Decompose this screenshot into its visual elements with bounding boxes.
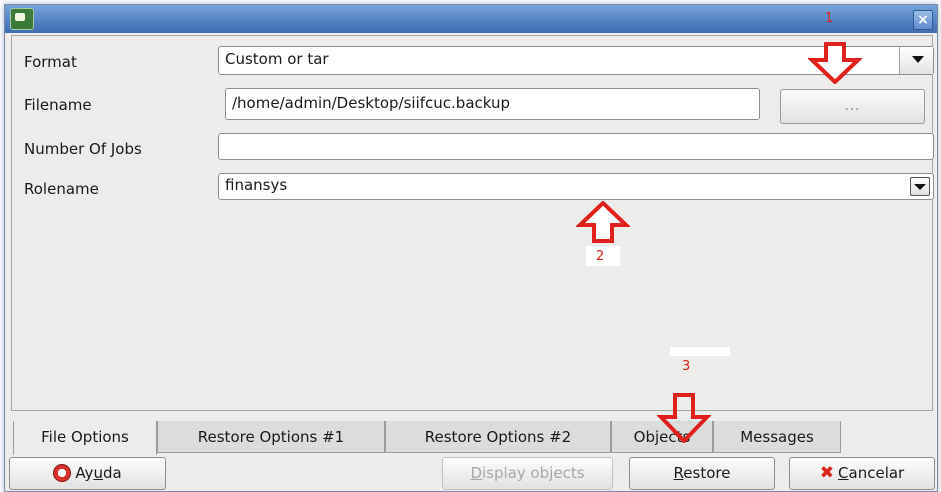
format-value: Custom or tar xyxy=(225,50,329,68)
rolename-dropdown-button[interactable] xyxy=(910,177,930,196)
help-button[interactable]: Ayuda xyxy=(9,457,166,490)
restore-dialog: × Format Custom or tar Filename /home/ad… xyxy=(4,4,938,492)
title-bar[interactable]: × xyxy=(5,5,937,33)
close-button[interactable]: × xyxy=(913,10,933,30)
browse-button[interactable]: ... xyxy=(780,89,925,124)
format-dropdown-button[interactable] xyxy=(899,47,933,74)
cancel-label: ancelar xyxy=(848,464,905,482)
annotation-marker-2: 2 xyxy=(596,249,605,264)
display-objects-accel: D xyxy=(470,464,482,482)
restore-button[interactable]: Restore xyxy=(629,457,775,490)
lifebuoy-icon xyxy=(53,464,72,482)
restore-accel: R xyxy=(673,464,684,482)
help-label-end: da xyxy=(102,464,122,482)
tab-restore-options-1[interactable]: Restore Options #1 xyxy=(157,421,385,453)
annotation-arrow-down-1 xyxy=(808,42,862,84)
restore-label: estore xyxy=(683,464,731,482)
help-label-start: Ay xyxy=(75,464,94,482)
rolename-combobox[interactable]: finansys xyxy=(218,173,934,200)
annotation-arrow-down-3 xyxy=(657,393,711,443)
chevron-down-icon xyxy=(914,184,926,190)
chevron-down-icon xyxy=(912,56,924,63)
annotation-arrow-up-2 xyxy=(576,201,630,243)
x-icon: ✖ xyxy=(819,463,835,483)
cancel-button[interactable]: ✖ Cancelar xyxy=(789,457,935,490)
filename-field[interactable]: /home/admin/Desktop/siifcuc.backup xyxy=(225,88,760,120)
cancel-accel: C xyxy=(838,464,849,482)
rolename-label: Rolename xyxy=(24,180,99,198)
filename-label: Filename xyxy=(24,96,92,114)
tab-messages[interactable]: Messages xyxy=(713,421,841,453)
format-label: Format xyxy=(24,53,77,71)
jobs-label: Number Of Jobs xyxy=(24,140,142,158)
annotation-marker-3: 3 xyxy=(682,359,691,374)
jobs-field[interactable] xyxy=(218,133,934,160)
display-objects-button[interactable]: Display objects xyxy=(442,457,613,490)
annotation-marker-1: 1 xyxy=(825,11,834,26)
filename-value: /home/admin/Desktop/siifcuc.backup xyxy=(232,94,511,112)
help-label-accel: u xyxy=(93,464,103,482)
display-objects-label: isplay objects xyxy=(482,464,585,482)
tab-restore-options-2[interactable]: Restore Options #2 xyxy=(385,421,611,453)
tab-file-options[interactable]: File Options xyxy=(13,421,157,455)
app-icon xyxy=(10,8,34,30)
rolename-value: finansys xyxy=(225,176,288,194)
annotation-label-bg-3 xyxy=(670,347,730,356)
